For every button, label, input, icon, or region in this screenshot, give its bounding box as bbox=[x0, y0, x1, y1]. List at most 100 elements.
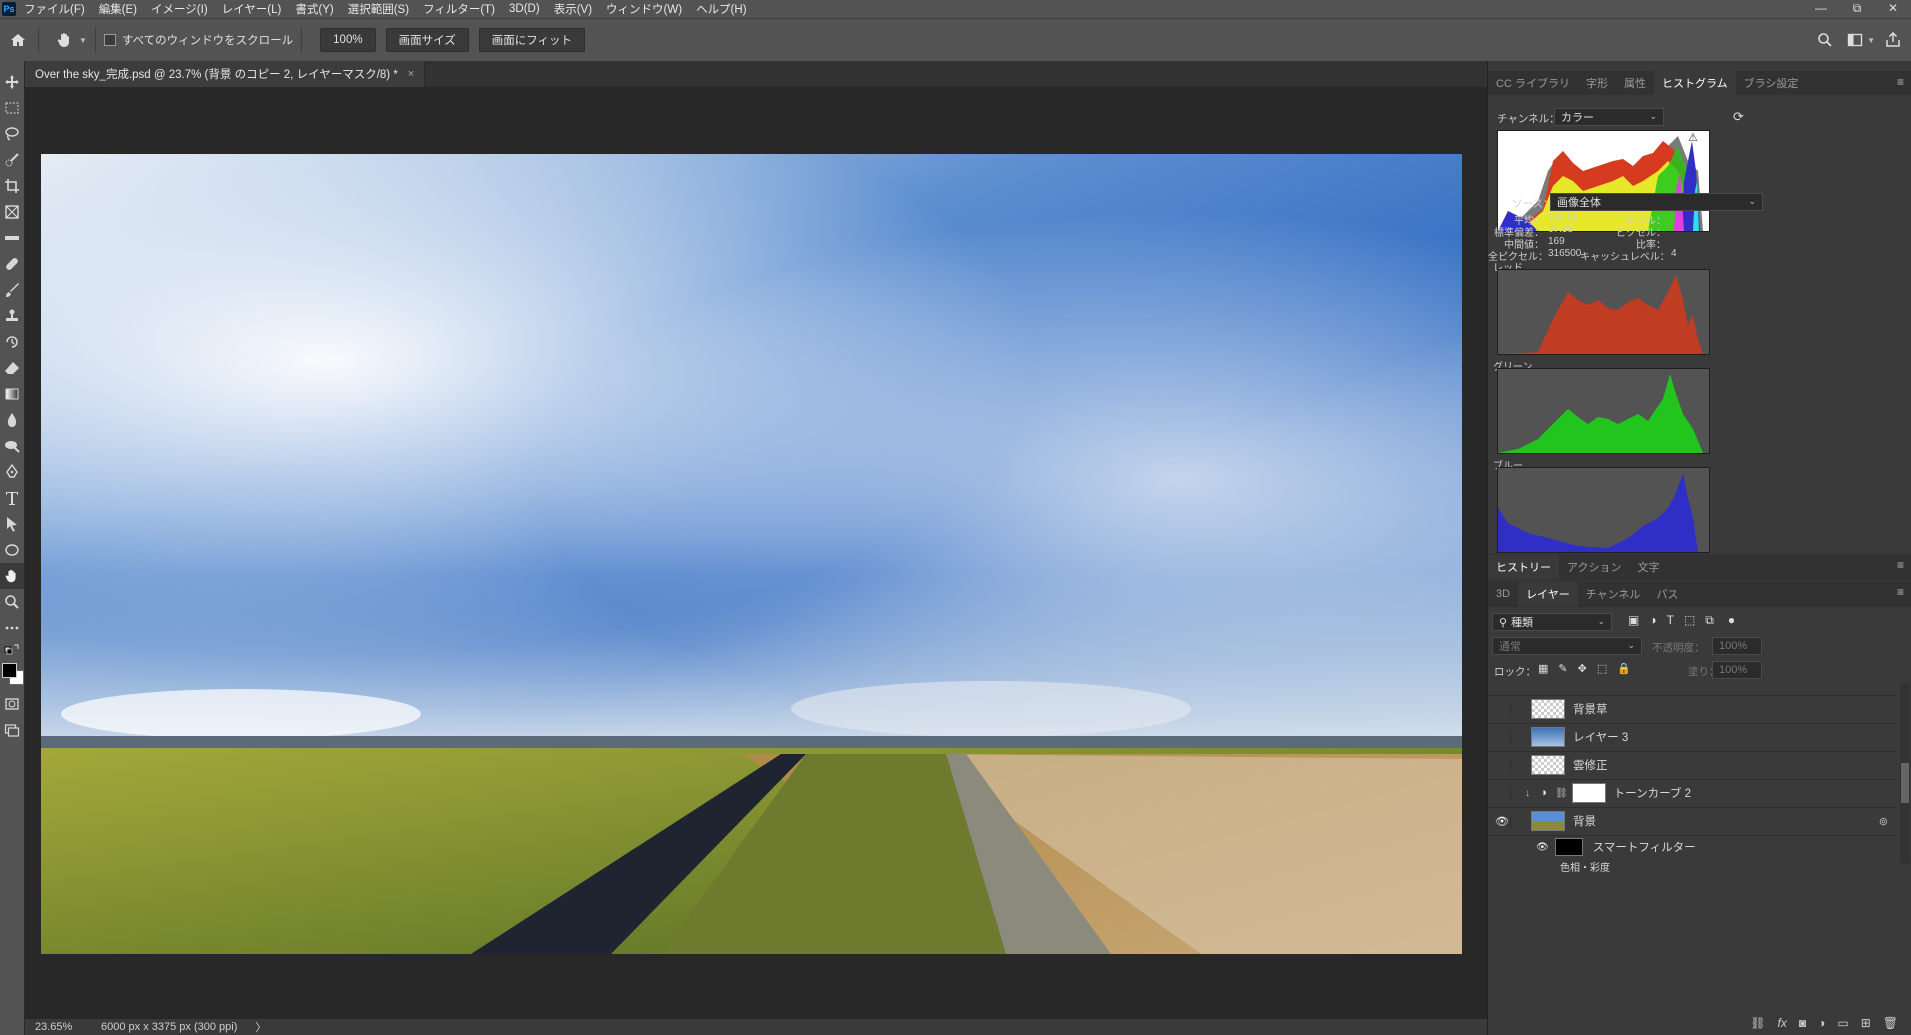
blur-tool-icon[interactable] bbox=[0, 407, 24, 433]
blend-mode-dropdown[interactable]: 通常 ⌄ bbox=[1492, 637, 1642, 655]
zoom-level[interactable]: 23.65% bbox=[35, 1021, 91, 1033]
close-tab-icon[interactable]: × bbox=[408, 68, 414, 80]
pen-tool-icon[interactable] bbox=[0, 459, 24, 485]
eye-icon[interactable]: 👁 bbox=[1536, 842, 1549, 853]
lock-position-icon[interactable]: ✥ bbox=[1578, 662, 1587, 675]
lock-image-icon[interactable]: ✎ bbox=[1558, 662, 1567, 675]
crop-tool-icon[interactable] bbox=[0, 173, 24, 199]
smart-filter-row[interactable]: 👁 スマートフィルター bbox=[1488, 835, 1896, 859]
menu-filter[interactable]: フィルター(T) bbox=[423, 1, 495, 17]
menu-3d[interactable]: 3D(D) bbox=[509, 3, 540, 15]
visibility-toggle[interactable] bbox=[1494, 702, 1511, 716]
frame-tool-icon[interactable] bbox=[0, 199, 24, 225]
home-icon[interactable] bbox=[6, 28, 30, 52]
lock-transparency-icon[interactable]: ▦ bbox=[1538, 662, 1548, 675]
tab-layers[interactable]: レイヤー bbox=[1518, 582, 1578, 606]
status-arrow-icon[interactable]: 〉 bbox=[255, 1019, 266, 1035]
move-tool-icon[interactable] bbox=[0, 69, 24, 95]
link-layers-icon[interactable]: ⛓ bbox=[1750, 1016, 1765, 1030]
menu-file[interactable]: ファイル(F) bbox=[24, 1, 85, 17]
checkbox-box[interactable] bbox=[103, 34, 116, 46]
new-layer-icon[interactable]: ⊞ bbox=[1861, 1016, 1871, 1030]
layer-row[interactable]: 背景草 bbox=[1488, 695, 1896, 724]
tab-character[interactable]: 文字 bbox=[1629, 555, 1667, 579]
scroll-all-windows-checkbox[interactable]: すべてのウィンドウをスクロール bbox=[103, 32, 293, 48]
hand-tool-icon[interactable] bbox=[0, 563, 24, 589]
quick-selection-tool-icon[interactable] bbox=[0, 147, 24, 173]
visibility-toggle[interactable] bbox=[1494, 786, 1511, 800]
filter-smart-object-icon[interactable]: ⧉ bbox=[1705, 613, 1714, 628]
new-group-icon[interactable]: ▭ bbox=[1837, 1016, 1848, 1030]
minimize-button[interactable]: — bbox=[1803, 0, 1839, 18]
layer-list-scrollbar[interactable] bbox=[1900, 683, 1910, 863]
share-icon[interactable] bbox=[1881, 28, 1905, 52]
path-selection-tool-icon[interactable] bbox=[0, 511, 24, 537]
filter-type-icon[interactable]: T bbox=[1667, 613, 1674, 628]
menu-type[interactable]: 書式(Y) bbox=[295, 1, 333, 17]
type-tool-icon[interactable] bbox=[0, 485, 24, 511]
trash-icon[interactable]: 🗑 bbox=[1883, 1016, 1898, 1030]
menu-select[interactable]: 選択範囲(S) bbox=[348, 1, 409, 17]
channel-dropdown[interactable]: カラー ⌄ bbox=[1554, 108, 1664, 126]
foreground-color-swatch[interactable] bbox=[2, 663, 17, 678]
brush-tool-icon[interactable] bbox=[0, 277, 24, 303]
warning-icon[interactable]: ⚠ bbox=[1688, 131, 1698, 144]
ruler-tool-icon[interactable] bbox=[0, 225, 24, 251]
hand-tool-preset-icon[interactable] bbox=[53, 28, 77, 52]
tab-glyphs[interactable]: 字形 bbox=[1578, 71, 1616, 95]
eraser-tool-icon[interactable] bbox=[0, 355, 24, 381]
refresh-icon[interactable]: ⟳ bbox=[1733, 109, 1744, 125]
add-mask-icon[interactable]: ◙ bbox=[1799, 1016, 1806, 1030]
healing-brush-tool-icon[interactable] bbox=[0, 251, 24, 277]
marquee-tool-icon[interactable] bbox=[0, 95, 24, 121]
tab-histogram[interactable]: ヒストグラム bbox=[1653, 71, 1736, 95]
sub-filter-row[interactable]: 色相・彩度 bbox=[1488, 859, 1896, 874]
zoom-tool-icon[interactable] bbox=[0, 589, 24, 615]
dodge-tool-icon[interactable] bbox=[0, 433, 24, 459]
canvas-image[interactable] bbox=[41, 154, 1462, 954]
layer-row[interactable]: 雲修正 bbox=[1488, 751, 1896, 780]
fit-screen-button[interactable]: 画面にフィット bbox=[478, 28, 586, 52]
clone-stamp-tool-icon[interactable] bbox=[0, 303, 24, 329]
menu-edit[interactable]: 編集(E) bbox=[99, 1, 137, 17]
filter-shape-icon[interactable]: ⬚ bbox=[1684, 613, 1695, 628]
lasso-tool-icon[interactable] bbox=[0, 121, 24, 147]
panel-menu-icon[interactable]: ≡ bbox=[1897, 558, 1904, 572]
filter-adjustment-icon[interactable]: ◑ bbox=[1649, 613, 1656, 628]
history-brush-tool-icon[interactable] bbox=[0, 329, 24, 355]
close-window-button[interactable]: ✕ bbox=[1875, 0, 1911, 18]
menu-help[interactable]: ヘルプ(H) bbox=[696, 1, 746, 17]
source-dropdown[interactable]: 画像全体 ⌄ bbox=[1550, 193, 1763, 211]
tab-channels[interactable]: チャンネル bbox=[1578, 582, 1649, 606]
layer-row-selected[interactable]: 👁 背景 ⊚ bbox=[1488, 807, 1896, 836]
menu-view[interactable]: 表示(V) bbox=[554, 1, 592, 17]
color-swatches[interactable] bbox=[0, 659, 24, 691]
tab-properties[interactable]: 属性 bbox=[1616, 71, 1654, 95]
gradient-tool-icon[interactable] bbox=[0, 381, 24, 407]
filter-toggle-icon[interactable]: ● bbox=[1728, 613, 1735, 628]
more-tools-icon[interactable] bbox=[0, 615, 24, 641]
visibility-toggle[interactable] bbox=[1494, 730, 1511, 744]
panel-menu-icon[interactable]: ≡ bbox=[1897, 75, 1904, 89]
eye-icon[interactable]: 👁 bbox=[1494, 814, 1511, 828]
menu-image[interactable]: イメージ(I) bbox=[151, 1, 208, 17]
menu-window[interactable]: ウィンドウ(W) bbox=[606, 1, 682, 17]
search-icon[interactable] bbox=[1813, 28, 1837, 52]
layer-row[interactable]: ↓ ◑ ⛓ トーンカーブ 2 bbox=[1488, 779, 1896, 808]
tab-3d[interactable]: 3D bbox=[1488, 582, 1518, 606]
swap-colors-icon[interactable] bbox=[0, 641, 24, 659]
layer-filter-dropdown[interactable]: ⚲ 種類 ⌄ bbox=[1492, 613, 1612, 631]
panel-menu-icon[interactable]: ≡ bbox=[1897, 585, 1904, 599]
tab-cc-libraries[interactable]: CC ライブラリ bbox=[1488, 71, 1578, 95]
filter-pixel-icon[interactable]: ▣ bbox=[1628, 613, 1639, 628]
document-tab[interactable]: Over the sky_完成.psd @ 23.7% (背景 のコピー 2, … bbox=[25, 61, 426, 87]
workspace-icon[interactable] bbox=[1843, 28, 1867, 52]
zoom-100-button[interactable]: 100% bbox=[320, 28, 376, 52]
restore-button[interactable]: ⧉ bbox=[1839, 0, 1875, 18]
opacity-input[interactable]: 100% bbox=[1712, 637, 1762, 655]
chevron-down-icon[interactable]: ▼ bbox=[79, 36, 87, 45]
lock-artboard-icon[interactable]: ⬚ bbox=[1597, 662, 1607, 675]
scrollbar-thumb[interactable] bbox=[1901, 763, 1909, 803]
fill-input[interactable]: 100% bbox=[1712, 661, 1762, 679]
visibility-toggle[interactable] bbox=[1494, 758, 1511, 772]
